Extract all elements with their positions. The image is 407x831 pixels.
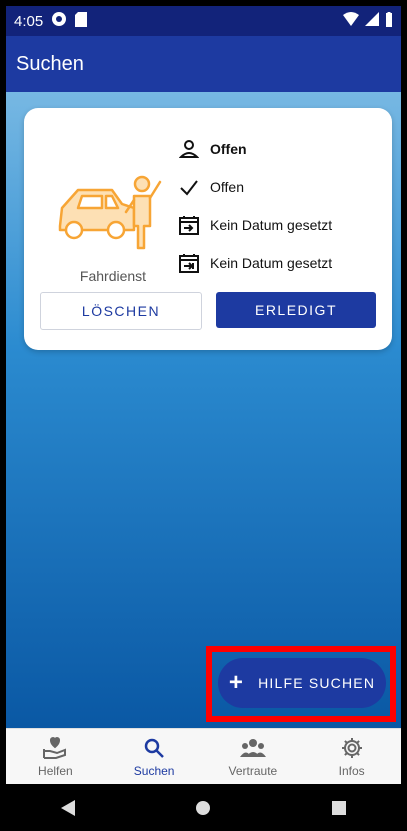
delete-button[interactable]: LÖSCHEN	[40, 292, 202, 330]
info-row-helper: Offen	[174, 130, 394, 168]
main-content: Fahrdienst Offen Offen Kein Datum gesetz…	[6, 92, 401, 728]
info-row-start-date: Kein Datum gesetzt	[174, 206, 394, 244]
check-icon	[174, 177, 204, 197]
app-frame: 4:05 Suchen Fahrdienst Offen Offen Kein …	[0, 0, 407, 831]
category-label: Fahrdienst	[79, 268, 147, 284]
battery-icon	[385, 11, 393, 31]
wifi-icon	[343, 12, 359, 30]
recents-button[interactable]	[309, 788, 369, 828]
calendar-end-icon	[174, 252, 204, 274]
done-button[interactable]: ERLEDIGT	[216, 292, 376, 328]
info-row-end-date: Kein Datum gesetzt	[174, 244, 394, 282]
nav-item-helfen[interactable]: Helfen	[15, 736, 95, 778]
notification-icon	[51, 11, 67, 31]
end-date: Kein Datum gesetzt	[210, 255, 333, 271]
info-row-status: Offen	[174, 168, 394, 206]
nav-item-vertraute[interactable]: Vertraute	[213, 736, 293, 778]
plus-icon: +	[228, 669, 245, 696]
recents-icon	[332, 800, 347, 815]
request-status: Offen	[210, 179, 244, 195]
home-icon	[196, 800, 211, 815]
app-bar: Suchen	[6, 36, 401, 92]
helper-status: Offen	[210, 141, 247, 157]
seek-help-fab[interactable]: + HILFE SUCHEN	[218, 658, 386, 708]
sd-card-icon	[75, 11, 88, 31]
back-icon	[60, 799, 75, 816]
heart-hand-icon	[43, 736, 67, 760]
signal-icon	[365, 12, 379, 30]
status-bar: 4:05	[6, 6, 401, 36]
nav-label-vertraute: Vertraute	[228, 764, 278, 778]
nav-label-helfen: Helfen	[38, 764, 73, 778]
request-card[interactable]: Fahrdienst Offen Offen Kein Datum gesetz…	[24, 108, 392, 350]
nav-item-suchen[interactable]: Suchen	[114, 736, 194, 778]
fab-label: HILFE SUCHEN	[258, 675, 376, 691]
page-title: Suchen	[16, 52, 84, 75]
search-icon	[143, 736, 165, 760]
nav-label-infos: Infos	[338, 764, 365, 778]
nav-item-infos[interactable]: Infos	[312, 736, 392, 778]
info-list: Offen Offen Kein Datum gesetzt Kein Datu…	[174, 130, 394, 282]
home-button[interactable]	[173, 788, 233, 828]
system-nav-bar	[0, 784, 407, 831]
car-driver-icon	[52, 168, 172, 258]
person-icon	[174, 139, 204, 159]
bottom-nav: Helfen Suchen Vertraute Infos	[6, 728, 401, 785]
status-time: 4:05	[14, 12, 44, 30]
group-icon	[239, 736, 266, 760]
gear-icon	[341, 736, 363, 760]
nav-label-suchen: Suchen	[133, 764, 175, 778]
back-button[interactable]	[38, 788, 98, 828]
start-date: Kein Datum gesetzt	[210, 217, 333, 233]
calendar-start-icon	[174, 214, 204, 236]
